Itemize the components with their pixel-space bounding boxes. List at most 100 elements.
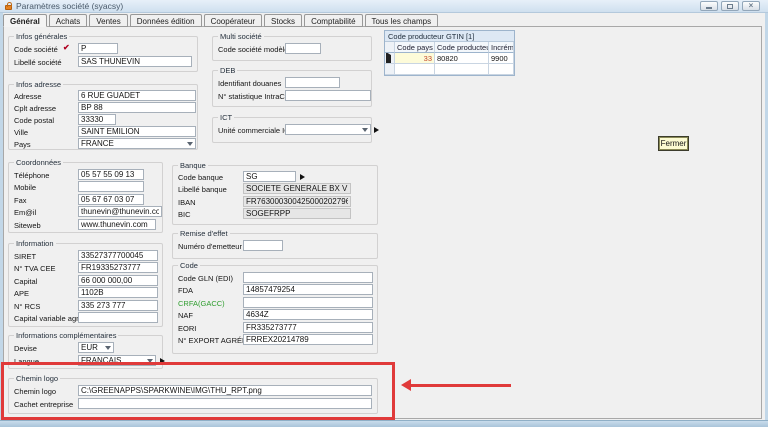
row-marker-icon [386, 53, 391, 64]
chevron-down-icon [105, 346, 111, 350]
capital-variable-input[interactable] [78, 312, 158, 323]
langue-select[interactable]: FRANCAIS [78, 355, 156, 366]
gtin-panel: Code producteur GTIN [1] Code pays Code … [384, 30, 515, 76]
tab-general[interactable]: Général [3, 14, 47, 27]
field-label: Libellé société [14, 58, 62, 67]
gtin-row-marker [385, 64, 395, 75]
cplt-adresse-input[interactable] [78, 102, 196, 113]
code-societe-input[interactable] [78, 43, 118, 54]
lock-icon [5, 5, 12, 10]
tab-ventes[interactable]: Ventes [89, 14, 127, 27]
close-icon: × [749, 2, 754, 10]
rcs-input[interactable] [78, 300, 158, 311]
code-societe-modele-input[interactable] [285, 43, 321, 54]
code-postal-input[interactable] [78, 114, 116, 125]
maximize-icon [727, 4, 733, 9]
field-label: Adresse [14, 92, 42, 101]
group-infos-complementaires: Informations complémentaires Devise EUR … [8, 335, 163, 369]
pays-select[interactable]: FRANCE [78, 138, 196, 149]
field-label: Identifiant douanes [218, 79, 281, 88]
gtin-row-marker [385, 53, 395, 64]
ape-input[interactable] [78, 287, 158, 298]
tva-cee-input[interactable] [78, 262, 158, 273]
libelle-societe-input[interactable] [78, 56, 192, 67]
tab-donnees-edition[interactable]: Données édition [130, 14, 202, 27]
gtin-header-increm[interactable]: Incrém. [489, 42, 514, 53]
group-title: Infos générales [14, 32, 69, 41]
minimize-icon [706, 7, 712, 9]
unite-ict-select[interactable] [285, 124, 371, 135]
export-agree-input[interactable] [243, 334, 373, 345]
field-label: APE [14, 289, 29, 298]
group-title: Information [14, 239, 56, 248]
gtin-cell-code-producteur[interactable]: 80820 [435, 53, 489, 64]
gtin-cell-empty[interactable] [489, 64, 514, 75]
fermer-button[interactable]: Fermer [659, 137, 688, 150]
field-label: CRFA(GACC) [178, 299, 225, 308]
naf-input[interactable] [243, 309, 373, 320]
crfa-input[interactable] [243, 297, 373, 308]
field-label: Numéro d'emetteur [178, 242, 242, 251]
gtin-header-code-pays[interactable]: Code pays [395, 42, 435, 53]
code-gln-input[interactable] [243, 272, 373, 283]
email-input[interactable] [78, 206, 162, 217]
nav-arrow-icon[interactable] [374, 127, 379, 133]
group-title: DEB [218, 66, 237, 75]
group-ict: ICT Unité commerciale ICT [212, 117, 372, 143]
field-label: Unité commerciale ICT [218, 126, 294, 135]
field-label: Code société [14, 45, 58, 54]
siteweb-input[interactable] [78, 219, 156, 230]
siret-input[interactable] [78, 250, 158, 261]
tab-achats[interactable]: Achats [49, 14, 87, 27]
field-label: N° statistique IntraCom [218, 92, 295, 101]
group-title: Banque [178, 161, 208, 170]
group-title: Multi société [218, 32, 264, 41]
nav-arrow-icon[interactable] [300, 174, 305, 180]
adresse-input[interactable] [78, 90, 196, 101]
group-remise-effet: Remise d'effet Numéro d'emetteur [172, 233, 378, 259]
fda-input[interactable] [243, 284, 373, 295]
statistique-intracom-input[interactable] [285, 90, 371, 101]
mobile-input[interactable] [78, 181, 144, 192]
cachet-entreprise-input[interactable] [78, 398, 372, 409]
gtin-title: Code producteur GTIN [1] [385, 31, 514, 42]
field-label: Chemin logo [14, 387, 56, 396]
group-information: Information SIRET N° TVA CEE Capital APE… [8, 243, 163, 327]
field-label: Langue [14, 357, 39, 366]
gtin-header-code-producteur[interactable]: Code producteur [435, 42, 489, 53]
gtin-cell-empty[interactable] [435, 64, 489, 75]
gtin-cell-increm[interactable]: 9900 [489, 53, 514, 64]
field-label: Fax [14, 196, 27, 205]
tab-comptabilite[interactable]: Comptabilité [304, 14, 362, 27]
field-label: Mobile [14, 183, 36, 192]
minimize-button[interactable] [700, 1, 718, 11]
close-button[interactable]: × [742, 1, 760, 11]
group-infos-adresse: Infos adresse Adresse Cplt adresse Code … [8, 84, 198, 150]
chemin-logo-input[interactable] [78, 385, 372, 396]
group-title: Coordonnées [14, 158, 63, 167]
devise-select[interactable]: EUR [78, 342, 114, 353]
telephone-input[interactable] [78, 169, 144, 180]
eori-input[interactable] [243, 322, 373, 333]
tab-cooperateur[interactable]: Coopérateur [204, 14, 262, 27]
required-check-icon: ✔ [63, 43, 70, 52]
numero-emetteur-input[interactable] [243, 240, 283, 251]
maximize-button[interactable] [721, 1, 739, 11]
pays-select-value: FRANCE [81, 139, 114, 148]
fax-input[interactable] [78, 194, 144, 205]
gtin-cell-code-pays[interactable]: 33 [395, 53, 435, 64]
devise-select-value: EUR [81, 343, 98, 352]
group-multi-societe: Multi société Code société modèle [212, 36, 372, 61]
tab-tous-les-champs[interactable]: Tous les champs [365, 14, 439, 27]
gtin-cell-empty[interactable] [395, 64, 435, 75]
field-label: Cachet entreprise [14, 400, 73, 409]
tab-stocks[interactable]: Stocks [264, 14, 302, 27]
code-banque-input[interactable] [243, 171, 296, 182]
ville-input[interactable] [78, 126, 196, 137]
capital-input[interactable] [78, 275, 158, 286]
group-title: Informations complémentaires [14, 331, 118, 340]
gtin-corner-cell [385, 42, 395, 53]
field-label: SIRET [14, 252, 36, 261]
identifiant-douanes-input[interactable] [285, 77, 340, 88]
nav-arrow-icon[interactable] [160, 358, 165, 364]
